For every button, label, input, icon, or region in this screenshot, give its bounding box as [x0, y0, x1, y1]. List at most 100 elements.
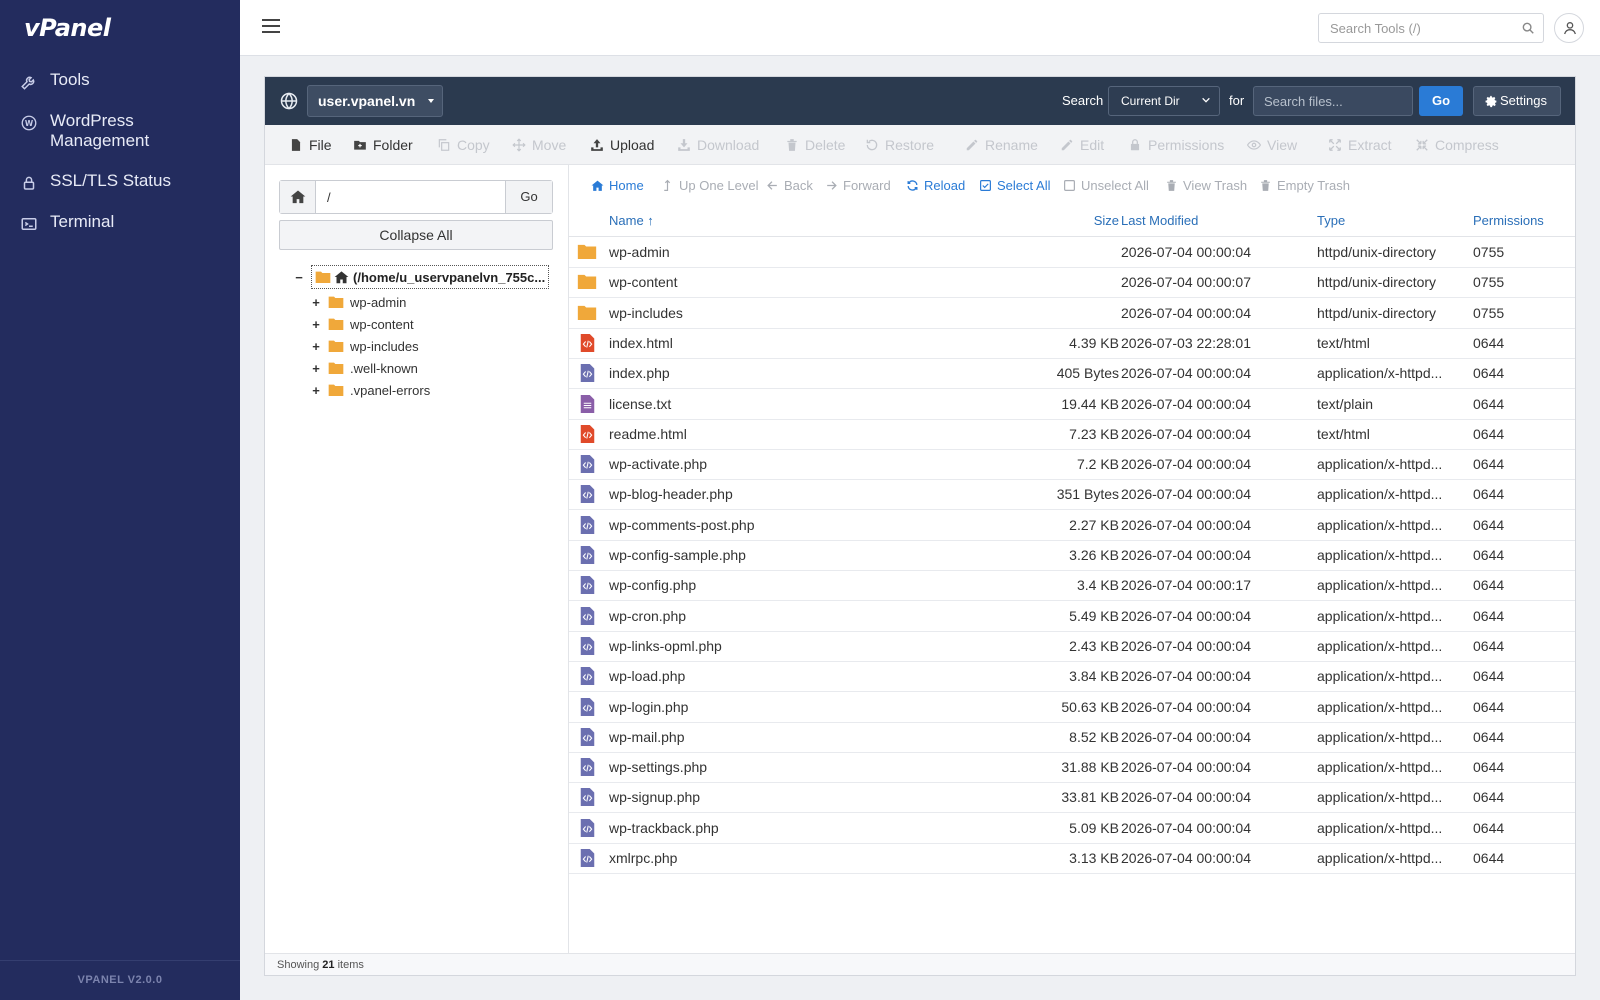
restore-button[interactable]: Restore: [865, 125, 934, 165]
file-modified: 2026-07-04 00:00:04: [1121, 728, 1251, 745]
table-row[interactable]: wp-cron.php 5.49 KB 2026-07-04 00:00:04 app…: [569, 601, 1575, 632]
tree-item-well-known[interactable]: + .well-known: [310, 358, 418, 378]
tree-root[interactable]: − (/home/u_uservpanelvn_755c...: [293, 265, 550, 289]
search-tools-input[interactable]: [1319, 14, 1509, 42]
tree-item-wp-includes[interactable]: + wp-includes: [310, 336, 418, 356]
expand-toggle-icon[interactable]: +: [310, 361, 322, 376]
table-row[interactable]: wp-links-opml.php 2.43 KB 2026-07-04 00:00…: [569, 631, 1575, 662]
search-go-button[interactable]: Go: [1419, 86, 1463, 116]
column-permissions[interactable]: Permissions: [1473, 213, 1544, 228]
table-row[interactable]: index.html 4.39 KB 2026-07-03 22:28:01 text…: [569, 328, 1575, 359]
table-row[interactable]: wp-config.php 3.4 KB 2026-07-04 00:00:17 ap…: [569, 570, 1575, 602]
rename-button[interactable]: Rename: [965, 125, 1038, 165]
rename-label: Rename: [985, 137, 1038, 153]
folder-icon: [328, 296, 344, 308]
settings-button[interactable]: Settings: [1473, 86, 1561, 116]
compress-button[interactable]: Compress: [1415, 125, 1499, 165]
expand-toggle-icon[interactable]: +: [310, 317, 322, 332]
new-file-button[interactable]: File: [289, 125, 332, 165]
table-row[interactable]: wp-login.php 50.63 KB 2026-07-04 00:00:04 a…: [569, 692, 1575, 723]
arrow-left-icon: [767, 180, 777, 190]
reload-button[interactable]: Reload: [906, 165, 965, 205]
expand-toggle-icon[interactable]: +: [310, 339, 322, 354]
edit-button[interactable]: Edit: [1060, 125, 1104, 165]
table-row[interactable]: wp-trackback.php 5.09 KB 2026-07-04 00:00:…: [569, 813, 1575, 844]
extract-button[interactable]: Extract: [1328, 125, 1392, 165]
column-size[interactable]: Size: [1094, 213, 1119, 228]
table-row[interactable]: xmlrpc.php 3.13 KB 2026-07-04 00:00:04 appl…: [569, 843, 1575, 874]
table-row[interactable]: wp-mail.php 8.52 KB 2026-07-04 00:00:04 app…: [569, 722, 1575, 753]
table-row[interactable]: wp-comments-post.php 2.27 KB 2026-07-04 00…: [569, 510, 1575, 541]
home-button[interactable]: Home: [591, 165, 644, 205]
table-row[interactable]: wp-settings.php 31.88 KB 2026-07-04 00:00:…: [569, 752, 1575, 784]
path-input[interactable]: [317, 181, 505, 213]
sidebar-item-terminal[interactable]: Terminal: [0, 208, 240, 237]
table-row[interactable]: wp-activate.php 7.2 KB 2026-07-04 00:00:04…: [569, 449, 1575, 481]
expand-toggle-icon[interactable]: +: [310, 383, 322, 398]
tree-item-wp-admin[interactable]: + wp-admin: [310, 292, 406, 312]
select-all-button[interactable]: Select All: [979, 165, 1050, 205]
tree-item-vpanel-errors[interactable]: + .vpanel-errors: [310, 380, 430, 400]
sidebar-item-ssl[interactable]: SSL/TLS Status: [0, 167, 240, 196]
php-file-icon: [580, 667, 600, 686]
new-folder-button[interactable]: Folder: [353, 125, 413, 165]
table-row[interactable]: wp-content 2026-07-04 00:00:07 httpd/unix-…: [569, 267, 1575, 299]
move-button[interactable]: Move: [512, 125, 566, 165]
table-row[interactable]: wp-signup.php 33.81 KB 2026-07-04 00:00:04…: [569, 782, 1575, 814]
table-row[interactable]: wp-admin 2026-07-04 00:00:04 httpd/unix-di…: [569, 237, 1575, 268]
search-files-input[interactable]: [1254, 87, 1404, 115]
forward-button[interactable]: Forward: [825, 165, 891, 205]
column-name[interactable]: Name ↑: [609, 213, 654, 228]
sidebar-nav: Tools W WordPress Management SSL/TLS Sta…: [0, 66, 240, 249]
download-button[interactable]: Download: [677, 125, 759, 165]
file-modified: 2026-07-04 00:00:04: [1121, 668, 1251, 685]
unselect-all-button[interactable]: Unselect All: [1063, 165, 1149, 205]
permissions-button[interactable]: Permissions: [1128, 125, 1224, 165]
collapse-toggle-icon[interactable]: −: [293, 270, 305, 285]
tree-item-label: wp-content: [350, 316, 414, 332]
column-last-modified[interactable]: Last Modified: [1121, 213, 1198, 228]
file-name: wp-links-opml.php: [609, 637, 722, 654]
table-row[interactable]: readme.html 7.23 KB 2026-07-04 00:00:04 tex…: [569, 419, 1575, 450]
file-modified: 2026-07-04 00:00:04: [1121, 789, 1251, 806]
table-row[interactable]: license.txt 19.44 KB 2026-07-04 00:00:04 te…: [569, 389, 1575, 420]
menu-toggle-icon[interactable]: [262, 19, 280, 35]
copy-button[interactable]: Copy: [437, 125, 490, 165]
search-icon[interactable]: [1521, 21, 1535, 35]
file-permissions: 0644: [1473, 365, 1505, 382]
file-size: 5.09 KB: [1069, 819, 1119, 836]
table-row[interactable]: wp-config-sample.php 3.26 KB 2026-07-04 00…: [569, 540, 1575, 571]
collapse-all-button[interactable]: Collapse All: [279, 220, 553, 250]
search-tools-box: [1318, 13, 1544, 43]
edit-icon: [1061, 139, 1073, 151]
up-one-level-button[interactable]: Up One Level: [661, 165, 759, 205]
path-go-button[interactable]: Go: [505, 181, 552, 213]
table-row[interactable]: index.php 405 Bytes 2026-07-04 00:00:04 app…: [569, 358, 1575, 390]
file-size: 3.4 KB: [1076, 577, 1119, 594]
sidebar-item-tools[interactable]: Tools: [0, 66, 240, 95]
user-menu-button[interactable]: [1554, 13, 1584, 43]
expand-toggle-icon[interactable]: +: [310, 295, 322, 310]
file-table-header: Name ↑ Size Last Modified Type Permissio…: [569, 205, 1575, 237]
search-scope-select[interactable]: Current Dir: [1108, 86, 1220, 116]
app-logo[interactable]: vPanel: [24, 14, 111, 42]
tree-item-wp-content[interactable]: + wp-content: [310, 314, 414, 334]
pencil-icon: [966, 139, 978, 151]
view-button[interactable]: View: [1247, 125, 1297, 165]
path-home-button[interactable]: [280, 181, 316, 213]
upload-button[interactable]: Upload: [590, 125, 654, 165]
file-list-pane: Home Up One Level Back Forward Reload Se…: [569, 165, 1575, 953]
table-row[interactable]: wp-load.php 3.84 KB 2026-07-04 00:00:04 app…: [569, 661, 1575, 693]
back-button[interactable]: Back: [766, 165, 813, 205]
domain-select[interactable]: user.vpanel.vn: [307, 85, 443, 117]
file-manager-header: user.vpanel.vn Search Current Dir for Go…: [265, 77, 1575, 125]
folder-icon: [577, 243, 597, 261]
view-trash-button[interactable]: View Trash: [1165, 165, 1247, 205]
table-row[interactable]: wp-includes 2026-07-04 00:00:04 httpd/unix…: [569, 298, 1575, 329]
sidebar-item-wordpress[interactable]: W WordPress Management: [0, 107, 240, 155]
php-file-icon: [580, 849, 600, 867]
delete-button[interactable]: Delete: [785, 125, 845, 165]
column-type[interactable]: Type: [1317, 213, 1345, 228]
table-row[interactable]: wp-blog-header.php 351 Bytes 2026-07-04 00…: [569, 479, 1575, 511]
empty-trash-button[interactable]: Empty Trash: [1259, 165, 1350, 205]
